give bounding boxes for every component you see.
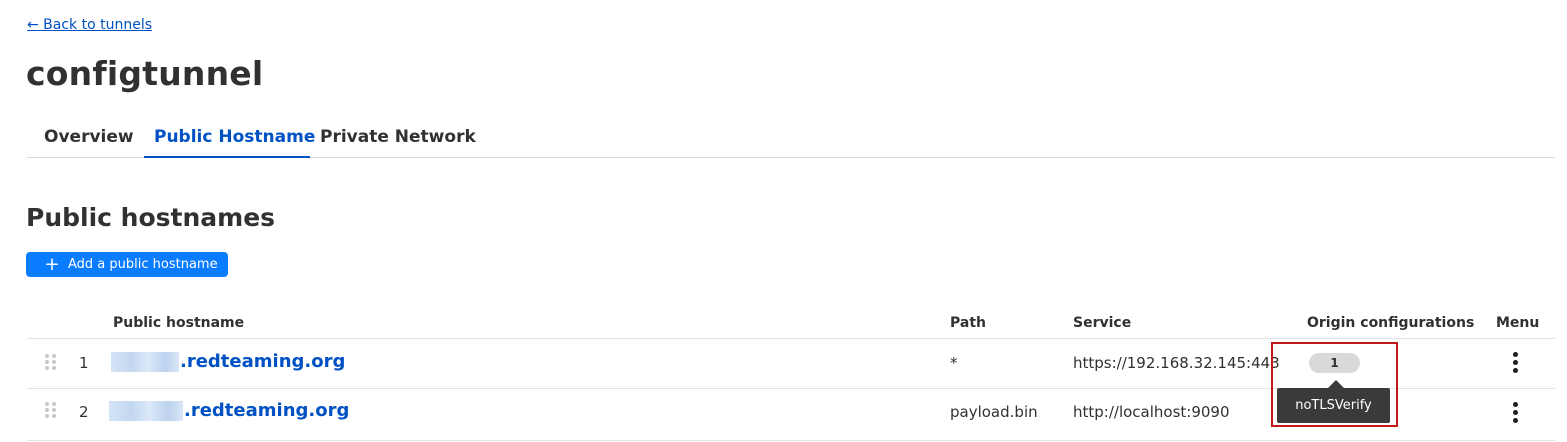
page-title: configtunnel [26, 54, 264, 93]
column-header-menu: Menu [1496, 315, 1540, 331]
tab-private-network[interactable]: Private Network [320, 127, 476, 147]
highlight-box [1271, 342, 1398, 427]
tab-public-hostname[interactable]: Public Hostname [154, 127, 315, 147]
kebab-menu-icon[interactable] [1510, 402, 1522, 424]
column-header-path: Path [950, 315, 986, 331]
hostname-link[interactable]: .redteaming.org [111, 351, 345, 372]
drag-handle-icon[interactable] [45, 354, 57, 370]
hostname-domain: .redteaming.org [180, 351, 346, 372]
column-header-hostname: Public hostname [113, 315, 245, 331]
kebab-menu-icon[interactable] [1510, 352, 1522, 374]
row-service: https://192.168.32.145:443 [1073, 354, 1280, 372]
hostname-domain: .redteaming.org [184, 400, 350, 421]
add-button-label: Add a public hostname [68, 257, 218, 272]
back-to-tunnels-link[interactable]: ← Back to tunnels [27, 17, 152, 33]
row-divider [27, 440, 1555, 441]
column-header-service: Service [1073, 315, 1132, 331]
tab-bar: Overview Public Hostname Private Network [27, 118, 1555, 158]
drag-handle-icon[interactable] [45, 402, 57, 418]
row-path: payload.bin [950, 403, 1038, 421]
row-index: 1 [79, 354, 89, 372]
redacted-subdomain [111, 351, 179, 372]
section-title: Public hostnames [26, 203, 276, 232]
table-header-divider [27, 338, 1555, 339]
column-header-origin-configurations: Origin configurations [1307, 315, 1475, 331]
tab-overview[interactable]: Overview [44, 127, 134, 147]
row-path: * [950, 354, 958, 372]
plus-icon: + [44, 253, 60, 275]
active-tab-indicator [144, 156, 310, 158]
row-index: 2 [79, 403, 89, 421]
hostname-link[interactable]: .redteaming.org [109, 400, 349, 421]
redacted-subdomain [109, 400, 183, 421]
row-service: http://localhost:9090 [1073, 403, 1230, 421]
add-public-hostname-button[interactable]: + Add a public hostname [26, 252, 228, 277]
